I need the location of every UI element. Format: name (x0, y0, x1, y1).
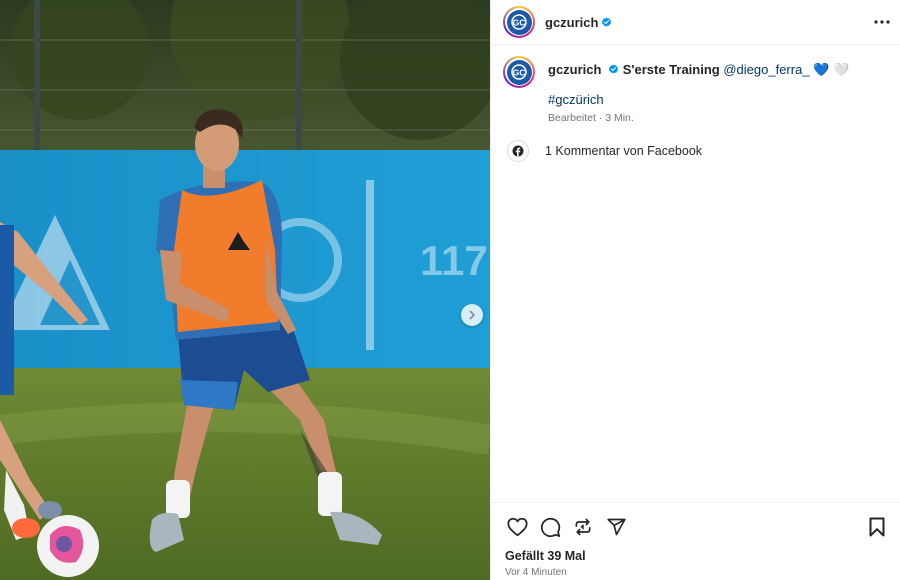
post-side-panel: GC gczurich GC gczurich S'erste Training… (490, 0, 900, 580)
svg-text:GC: GC (513, 67, 526, 77)
verified-badge-icon (609, 64, 619, 74)
instagram-post: 117 GC gczurich GC gczurich S'erste Trai… (0, 0, 900, 580)
like-button[interactable] (505, 515, 529, 539)
post-timestamp: Vor 4 Minuten (505, 567, 567, 578)
svg-text:GC: GC (513, 17, 526, 27)
likes-count[interactable]: Gefällt 39 Mal (505, 549, 586, 563)
header-username[interactable]: gczurich (545, 15, 598, 30)
more-options-button[interactable] (871, 11, 893, 33)
repost-icon (575, 518, 591, 536)
comments-section: GC gczurich S'erste Training @diego_ferr (491, 46, 900, 502)
save-button[interactable] (865, 515, 889, 539)
chevron-right-icon (469, 310, 475, 320)
gc-logo: GC (506, 9, 532, 35)
facebook-comments-label: 1 Kommentar von Facebook (545, 144, 703, 158)
caption-text: S'erste Training (622, 62, 720, 77)
facebook-icon (507, 140, 529, 162)
caption-hashtag[interactable]: #gczürich (548, 91, 878, 108)
next-photo-button[interactable] (461, 304, 483, 326)
gc-logo: GC (506, 59, 532, 85)
caption-mention[interactable]: @diego_ferra_ (723, 62, 809, 77)
avatar[interactable]: GC (503, 6, 535, 38)
post-actions-area: Gefällt 39 Mal Vor 4 Minuten (491, 502, 900, 580)
post-photo: 117 (0, 0, 490, 580)
more-horizontal-icon (874, 20, 890, 24)
post-caption: GC gczurich S'erste Training @diego_ferr (503, 56, 878, 127)
bookmark-icon (869, 517, 885, 537)
action-bar (505, 515, 637, 539)
gc-logo-icon: GC (511, 64, 527, 80)
training-photo: 117 (0, 0, 490, 580)
repost-button[interactable] (571, 515, 595, 539)
heart-icon (506, 517, 528, 537)
caption-username[interactable]: gczurich (548, 62, 601, 77)
banner-number: 117 (420, 237, 488, 284)
caption-meta: Bearbeitet · 3 Min. (548, 112, 634, 124)
share-icon (606, 518, 626, 536)
facebook-comments-link[interactable]: 1 Kommentar von Facebook (507, 140, 702, 162)
gc-logo-icon: GC (511, 14, 527, 30)
caption-body: gczurich S'erste Training @diego_ferra_ … (548, 56, 878, 127)
caption-emoji: 💙 🤍 (813, 62, 850, 77)
caption-avatar[interactable]: GC (503, 56, 535, 88)
comment-icon (540, 517, 560, 537)
verified-badge-icon (602, 16, 612, 27)
post-header: GC gczurich (491, 0, 900, 45)
comment-button[interactable] (538, 515, 562, 539)
share-button[interactable] (604, 515, 628, 539)
